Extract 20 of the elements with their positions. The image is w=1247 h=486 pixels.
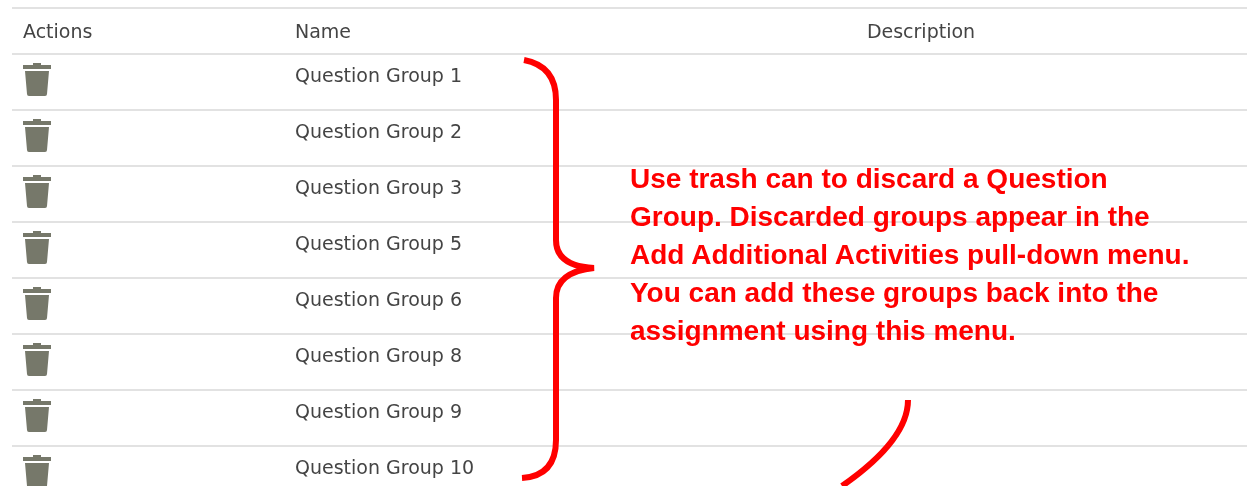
table-cell-text: Question Group 10	[295, 456, 476, 478]
column-header: Description	[865, 20, 977, 42]
trash-icon[interactable]	[23, 342, 51, 376]
table-cell-text: Question Group 5	[295, 232, 463, 254]
column-header: Name	[295, 20, 353, 42]
trash-icon[interactable]	[23, 398, 51, 432]
trash-icon[interactable]	[23, 230, 51, 264]
table-cell-text: Question Group 3	[295, 176, 463, 198]
table-cell-text: Question Group 8	[295, 344, 463, 366]
annotation-text: Use trash can to discard a Question Group. Discarded groups appear in the Add Additional Activities pull-down menu. You can add these groups back into the assignment using this menu.	[630, 162, 1191, 348]
table-cell-text: Question Group 1	[295, 64, 463, 86]
column-header: Actions	[22, 20, 94, 42]
table-cell-text: Question Group 9	[295, 400, 463, 422]
trash-icon[interactable]	[23, 174, 51, 208]
table-cell-text: Question Group 2	[295, 120, 463, 142]
trash-icon[interactable]	[23, 286, 51, 320]
trash-icon[interactable]	[23, 118, 51, 152]
table-cell-text: Question Group 6	[295, 288, 463, 310]
trash-icon[interactable]	[23, 454, 51, 486]
trash-icon[interactable]	[23, 62, 51, 96]
